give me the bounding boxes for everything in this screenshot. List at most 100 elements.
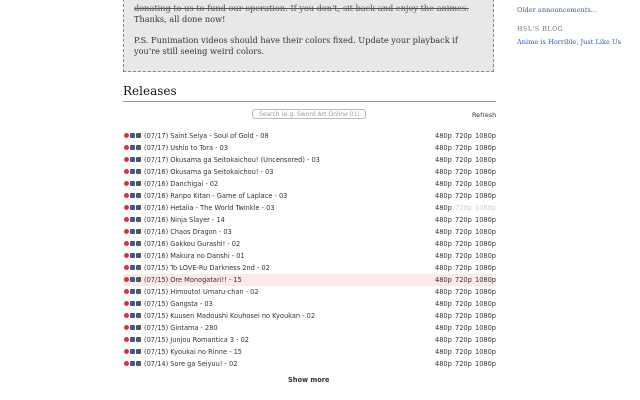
favorite-heart-icon[interactable] [124, 265, 129, 270]
quality-1080p-link[interactable]: 1080p [475, 262, 496, 274]
download-icon[interactable] [130, 229, 135, 234]
quality-720p-link[interactable]: 720p [455, 358, 472, 370]
favorite-heart-icon[interactable] [124, 253, 129, 258]
download-icon[interactable] [130, 157, 135, 162]
magnet-icon[interactable] [136, 325, 141, 330]
release-title[interactable]: (07/15) Junjou Romantica 3 - 02 [144, 334, 249, 346]
release-title[interactable]: (07/16) Danchigai - 02 [144, 178, 218, 190]
quality-720p-link[interactable]: 720p [455, 274, 472, 286]
quality-720p-link[interactable]: 720p [455, 214, 472, 226]
favorite-heart-icon[interactable] [124, 145, 129, 150]
refresh-link[interactable]: Refresh [472, 111, 496, 119]
quality-1080p-link[interactable]: 1080p [475, 178, 496, 190]
release-title[interactable]: (07/17) Ushio to Tora - 03 [144, 142, 228, 154]
release-title[interactable]: (07/17) Okusama ga Seitokaichou! (Uncens… [144, 154, 320, 166]
quality-480p-link[interactable]: 480p [435, 238, 452, 250]
release-title[interactable]: (07/15) To LOVE-Ru Darkness 2nd - 02 [144, 262, 270, 274]
quality-480p-link[interactable]: 480p [435, 142, 452, 154]
quality-480p-link[interactable]: 480p [435, 214, 452, 226]
release-title[interactable]: (07/16) Ninja Slayer - 14 [144, 214, 225, 226]
quality-1080p-link[interactable]: 1080p [475, 190, 496, 202]
magnet-icon[interactable] [136, 289, 141, 294]
quality-480p-link[interactable]: 480p [435, 190, 452, 202]
favorite-heart-icon[interactable] [124, 205, 129, 210]
release-row[interactable]: (07/15) Kuusen Madoushi Kouhosei no Kyou… [123, 310, 496, 322]
older-announcements-link[interactable]: Older announcements... [517, 6, 637, 14]
release-row[interactable]: (07/17) Saint Seiya - Soul of Gold - 08 4… [123, 130, 496, 142]
magnet-icon[interactable] [136, 253, 141, 258]
quality-480p-link[interactable]: 480p [435, 334, 452, 346]
quality-480p-link[interactable]: 480p [435, 226, 452, 238]
release-title[interactable]: (07/16) Okusama ga Seitokaichou! - 03 [144, 166, 273, 178]
quality-1080p-link[interactable]: 1080p [475, 226, 496, 238]
favorite-heart-icon[interactable] [124, 193, 129, 198]
release-row[interactable]: (07/16) Chaos Dragon - 03 480p 720p 1080p [123, 226, 496, 238]
release-row[interactable]: (07/15) Junjou Romantica 3 - 02 480p 720p 1… [123, 334, 496, 346]
quality-480p-link[interactable]: 480p [435, 202, 452, 214]
quality-1080p-link[interactable]: 1080p [475, 238, 496, 250]
magnet-icon[interactable] [136, 169, 141, 174]
quality-480p-link[interactable]: 480p [435, 166, 452, 178]
quality-480p-link[interactable]: 480p [435, 274, 452, 286]
quality-1080p-link[interactable]: 1080p [475, 166, 496, 178]
quality-720p-link[interactable]: 720p [455, 298, 472, 310]
release-title[interactable]: (07/16) Chaos Dragon - 03 [144, 226, 232, 238]
quality-480p-link[interactable]: 480p [435, 358, 452, 370]
download-icon[interactable] [130, 313, 135, 318]
favorite-heart-icon[interactable] [124, 325, 129, 330]
quality-720p-link[interactable]: 720p [455, 130, 472, 142]
quality-480p-link[interactable]: 480p [435, 298, 452, 310]
quality-480p-link[interactable]: 480p [435, 178, 452, 190]
release-row[interactable]: (07/16) Hetalia - The World Twinkle - 03… [123, 202, 496, 214]
release-row[interactable]: (07/15) Gintama - 280 480p 720p 1080p [123, 322, 496, 334]
release-title[interactable]: (07/16) Makura no Danshi - 01 [144, 250, 245, 262]
quality-720p-link[interactable]: 720p [455, 262, 472, 274]
quality-1080p-link[interactable]: 1080p [475, 298, 496, 310]
quality-480p-link[interactable]: 480p [435, 250, 452, 262]
download-icon[interactable] [130, 349, 135, 354]
quality-720p-link[interactable]: 720p [455, 166, 472, 178]
quality-720p-link[interactable]: 720p [455, 178, 472, 190]
quality-720p-link[interactable]: 720p [455, 142, 472, 154]
release-title[interactable]: (07/15) Kuusen Madoushi Kouhosei no Kyou… [144, 310, 315, 322]
download-icon[interactable] [130, 169, 135, 174]
release-title[interactable]: (07/17) Saint Seiya - Soul of Gold - 08 [144, 130, 269, 142]
download-icon[interactable] [130, 361, 135, 366]
release-title[interactable]: (07/16) Ranpo Kitan - Game of Laplace - … [144, 190, 287, 202]
download-icon[interactable] [130, 337, 135, 342]
release-row[interactable]: (07/15) To LOVE-Ru Darkness 2nd - 02 480p… [123, 262, 496, 274]
download-icon[interactable] [130, 241, 135, 246]
magnet-icon[interactable] [136, 277, 141, 282]
quality-480p-link[interactable]: 480p [435, 346, 452, 358]
release-row[interactable]: (07/16) Ranpo Kitan - Game of Laplace - … [123, 190, 496, 202]
favorite-heart-icon[interactable] [124, 229, 129, 234]
magnet-icon[interactable] [136, 313, 141, 318]
download-icon[interactable] [130, 133, 135, 138]
quality-720p-link[interactable]: 720p [455, 238, 472, 250]
quality-480p-link[interactable]: 480p [435, 322, 452, 334]
release-row[interactable]: (07/15) Kyoukai no Rinne - 15 480p 720p 108… [123, 346, 496, 358]
release-row[interactable]: (07/15) Gangsta - 03 480p 720p 1080p [123, 298, 496, 310]
favorite-heart-icon[interactable] [124, 241, 129, 246]
quality-1080p-link[interactable]: 1080p [475, 274, 496, 286]
release-row[interactable]: (07/17) Okusama ga Seitokaichou! (Uncens… [123, 154, 496, 166]
magnet-icon[interactable] [136, 157, 141, 162]
release-row[interactable]: (07/15) Himouto! Umaru-chan - 02 480p 720p… [123, 286, 496, 298]
release-title[interactable]: (07/14) Sore ga Seiyuu! - 02 [144, 358, 237, 370]
magnet-icon[interactable] [136, 229, 141, 234]
favorite-heart-icon[interactable] [124, 313, 129, 318]
release-row[interactable]: (07/16) Danchigai - 02 480p 720p 1080p [123, 178, 496, 190]
download-icon[interactable] [130, 181, 135, 186]
quality-1080p-link[interactable]: 1080p [475, 250, 496, 262]
quality-720p-link[interactable]: 720p [455, 286, 472, 298]
magnet-icon[interactable] [136, 205, 141, 210]
release-row[interactable]: (07/16) Ninja Slayer - 14 480p 720p 1080p [123, 214, 496, 226]
download-icon[interactable] [130, 301, 135, 306]
quality-720p-link[interactable]: 720p [455, 346, 472, 358]
favorite-heart-icon[interactable] [124, 169, 129, 174]
quality-480p-link[interactable]: 480p [435, 310, 452, 322]
release-row[interactable]: (07/17) Ushio to Tora - 03 480p 720p 1080p [123, 142, 496, 154]
download-icon[interactable] [130, 253, 135, 258]
quality-720p-link[interactable]: 720p [455, 250, 472, 262]
magnet-icon[interactable] [136, 301, 141, 306]
